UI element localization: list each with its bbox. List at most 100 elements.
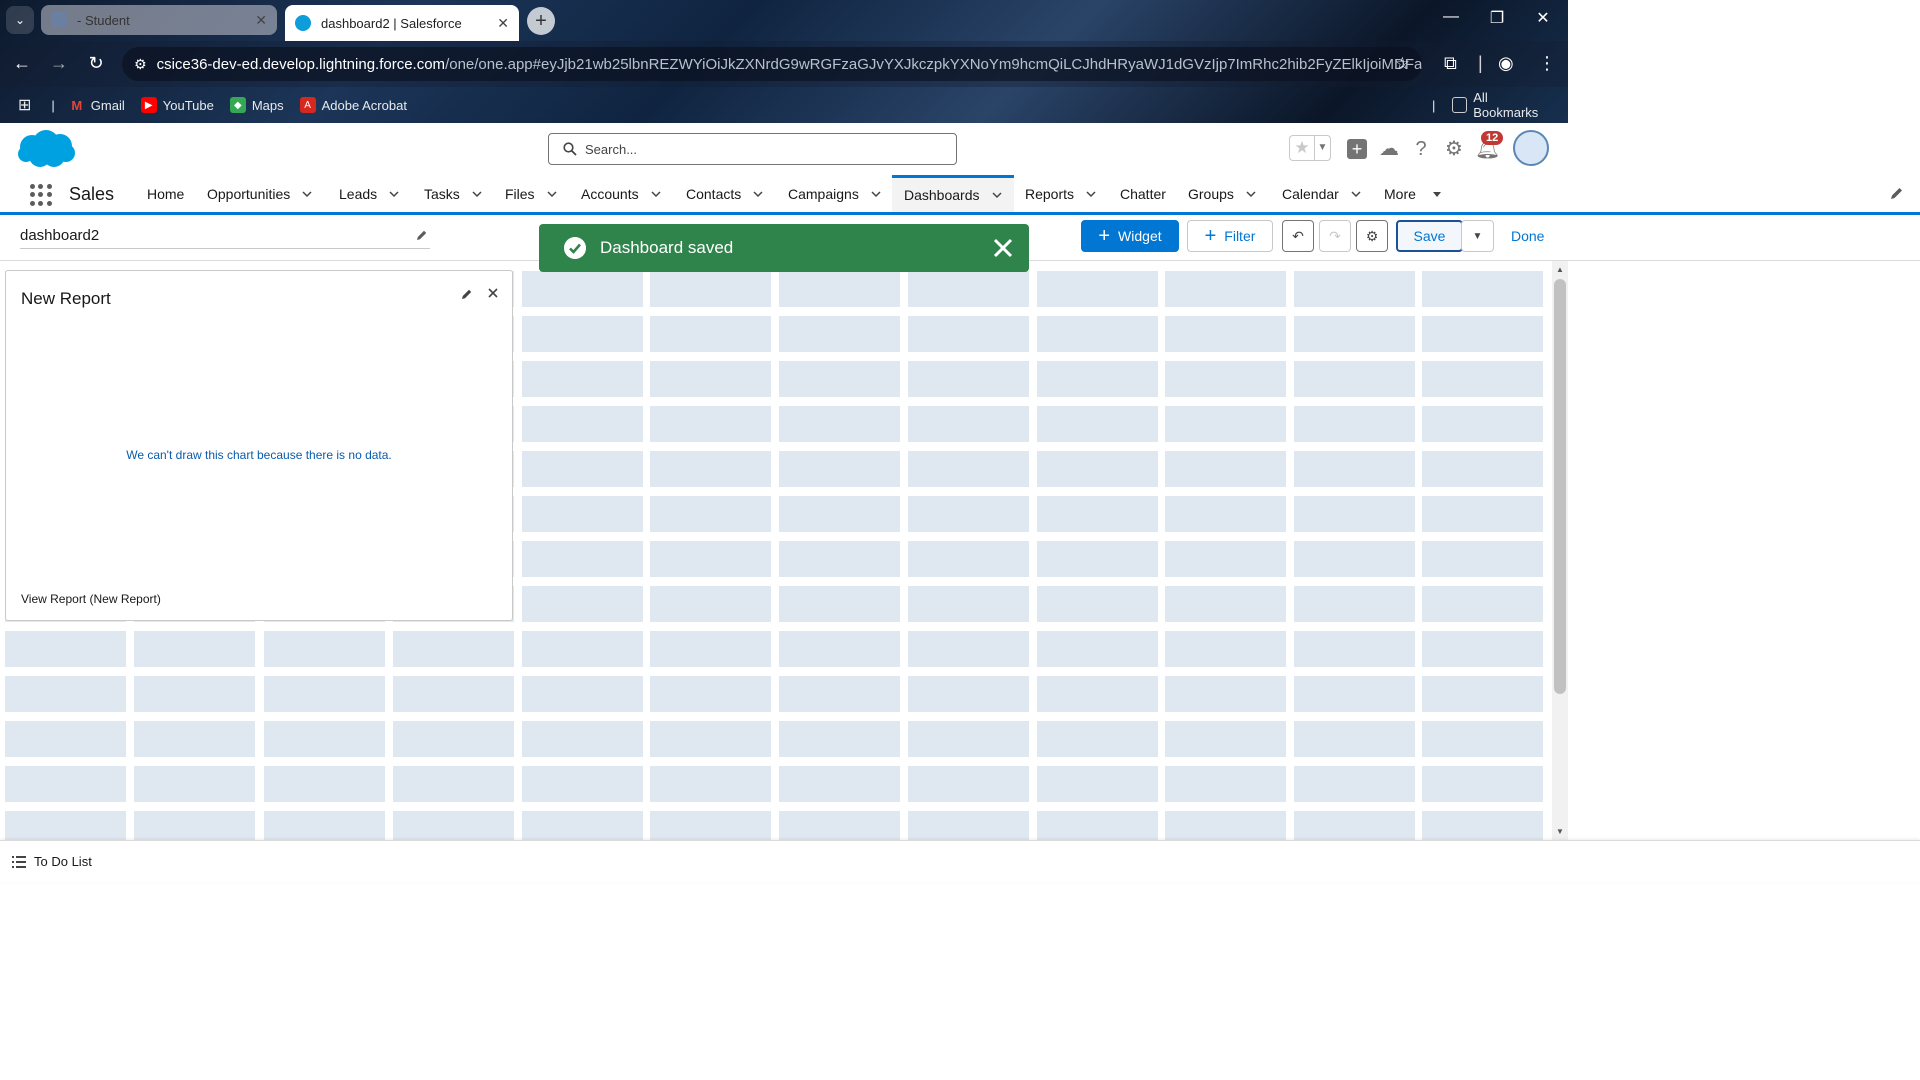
app-launcher-icon[interactable] [30,184,52,206]
chevron-down-icon[interactable] [1351,189,1361,199]
properties-button[interactable]: ⚙ [1356,220,1388,252]
forward-icon[interactable]: → [47,53,71,74]
nav-item-more[interactable]: More [1384,175,1442,212]
chevron-down-icon[interactable] [1086,189,1096,199]
close-toast-icon[interactable] [991,236,1015,260]
save-button[interactable]: Save [1396,220,1463,252]
global-actions-icon[interactable]: + [1345,137,1369,161]
grid-cell [1037,271,1158,307]
chevron-down-icon[interactable] [1432,189,1442,199]
bookmark-gmail[interactable]: M Gmail [69,97,124,113]
edit-widget-pencil-icon[interactable] [461,288,473,300]
all-bookmarks[interactable]: All Bookmarks [1452,90,1552,120]
grid-cell [522,631,643,667]
nav-item-contacts[interactable]: Contacts [686,175,763,212]
chrome-menu-icon[interactable]: ⋮ [1538,53,1556,74]
site-info-icon[interactable]: ⚙ [134,56,147,73]
nav-item-accounts[interactable]: Accounts [581,175,661,212]
grid-cell [393,676,514,712]
close-tab-icon[interactable]: ✕ [497,15,509,32]
extensions-icon[interactable]: ⧉ [1444,53,1457,74]
grid-cell [1165,406,1286,442]
nav-item-leads[interactable]: Leads [339,175,399,212]
redo-button[interactable]: ↷ [1319,220,1351,252]
nav-item-reports[interactable]: Reports [1025,175,1096,212]
grid-cell [393,721,514,757]
setup-gear-icon[interactable]: ⚙ [1442,137,1466,161]
grid-cell [650,361,771,397]
edit-nav-pencil-icon[interactable] [1890,186,1904,200]
edit-name-pencil-icon[interactable] [416,229,428,241]
scroll-up-icon[interactable]: ▲ [1556,265,1564,274]
favorites-star-icon[interactable]: ★ [1290,138,1314,158]
add-filter-button[interactable]: + Filter [1187,220,1273,252]
help-icon[interactable]: ? [1409,137,1433,161]
todo-list-button[interactable]: To Do List [12,854,92,869]
grid-cell [1037,406,1158,442]
grid-cell [650,676,771,712]
browser-toolbar: ← → ↻ ⚙ csice36-dev-ed.develop.lightning… [0,41,1568,87]
nav-item-tasks[interactable]: Tasks [424,175,482,212]
tab-search-button[interactable]: ⌄ [6,6,34,34]
favorites-menu-icon[interactable]: ▼ [1314,136,1330,160]
nav-item-campaigns[interactable]: Campaigns [788,175,881,212]
salesforce-logo[interactable] [16,129,76,169]
nav-item-home[interactable]: Home [147,175,184,212]
chevron-down-icon[interactable] [1246,189,1256,199]
close-tab-icon[interactable]: ✕ [255,12,267,29]
grid-cell [522,541,643,577]
browser-tab-salesforce[interactable]: dashboard2 | Salesforce ✕ [285,5,519,41]
new-tab-button[interactable]: + [527,7,555,35]
grid-cell [1037,541,1158,577]
scroll-down-icon[interactable]: ▼ [1556,827,1564,836]
chevron-down-icon[interactable] [991,190,1002,200]
minimize-icon[interactable]: — [1428,8,1474,26]
browser-tab-student[interactable]: - Student ✕ [41,5,277,35]
favorites-button-group[interactable]: ★ ▼ [1289,135,1331,161]
bookmark-maps[interactable]: ◆ Maps [229,97,284,113]
add-widget-button[interactable]: + Widget [1081,220,1179,252]
chevron-down-icon[interactable] [753,189,763,199]
grid-cell [1037,811,1158,840]
save-menu-button[interactable]: ▼ [1461,220,1494,252]
bookmark-star-icon[interactable]: ☆ [1395,54,1410,74]
bookmark-adobe-acrobat[interactable]: A Adobe Acrobat [299,97,407,113]
grid-cell [779,721,900,757]
done-button[interactable]: Done [1511,228,1544,244]
view-report-link[interactable]: View Report (New Report) [21,592,161,606]
chevron-down-icon[interactable] [651,189,661,199]
bookmark-youtube[interactable]: ▶ YouTube [140,97,214,113]
nav-item-opportunities[interactable]: Opportunities [207,175,312,212]
canvas-scrollbar[interactable]: ▲ ▼ [1552,261,1568,840]
report-widget[interactable]: New Report We can't draw this chart beca… [5,270,513,621]
plus-icon: + [1204,224,1217,247]
close-window-icon[interactable]: ✕ [1520,8,1566,28]
address-bar[interactable]: ⚙ csice36-dev-ed.develop.lightning.force… [122,47,1422,81]
chevron-down-icon[interactable] [472,189,482,199]
chevron-down-icon[interactable] [547,189,557,199]
dashboard-name-field[interactable]: dashboard2 [20,227,430,249]
nav-item-groups[interactable]: Groups [1188,175,1256,212]
grid-cell [393,811,514,840]
nav-item-dashboards[interactable]: Dashboards [892,175,1014,212]
nav-item-chatter[interactable]: Chatter [1120,175,1166,212]
chevron-down-icon[interactable] [871,189,881,199]
trailhead-icon[interactable]: ☁ [1377,137,1401,161]
remove-widget-close-icon[interactable] [486,286,500,300]
reload-icon[interactable]: ↻ [84,53,108,74]
grid-cell [1422,721,1543,757]
profile-icon[interactable]: ◉ [1498,53,1514,74]
chevron-down-icon[interactable] [389,189,399,199]
user-avatar[interactable] [1513,130,1549,166]
restore-icon[interactable]: ❐ [1474,8,1520,28]
global-search-input[interactable]: Search... [548,133,957,165]
dashboard-canvas[interactable]: New Report We can't draw this chart beca… [0,261,1552,840]
undo-button[interactable]: ↶ [1282,220,1314,252]
nav-item-calendar[interactable]: Calendar [1282,175,1361,212]
chevron-down-icon[interactable] [302,189,312,199]
grid-cell [1422,406,1543,442]
scrollbar-thumb[interactable] [1554,279,1566,694]
nav-item-files[interactable]: Files [505,175,557,212]
back-icon[interactable]: ← [10,53,34,74]
apps-grid-icon[interactable]: ⊞ [18,95,31,115]
